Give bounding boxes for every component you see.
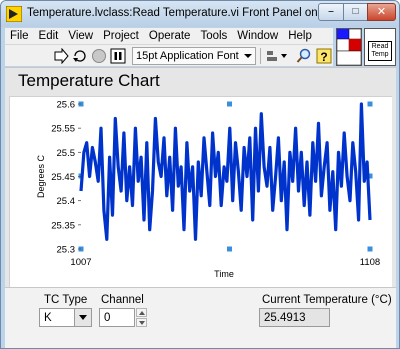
- zoom-button[interactable]: [295, 47, 313, 65]
- channel-value: 0: [104, 312, 111, 324]
- title-bar[interactable]: Temperature.lvclass:Read Temperature.vi …: [1, 1, 399, 27]
- connector-pane[interactable]: [336, 28, 362, 66]
- toolbar-divider: [260, 48, 261, 64]
- abort-button[interactable]: [90, 47, 108, 65]
- align-objects-button[interactable]: [264, 47, 290, 65]
- minimize-button[interactable]: –: [318, 3, 344, 21]
- align-icon: [267, 51, 287, 61]
- window-title: Temperature.lvclass:Read Temperature.vi …: [27, 7, 349, 19]
- vi-icon[interactable]: Read Temp: [364, 28, 396, 66]
- current-temperature-indicator: 25.4913: [259, 308, 330, 327]
- menu-window[interactable]: Window: [232, 30, 283, 42]
- channel-decrement[interactable]: [136, 318, 147, 327]
- menu-edit[interactable]: Edit: [34, 30, 64, 42]
- menu-project[interactable]: Project: [98, 30, 144, 42]
- toolbar: 15pt Application Font ?: [5, 44, 333, 66]
- chart-title: Temperature Chart: [18, 71, 160, 90]
- vi-icon-label: Read Temp: [368, 41, 392, 61]
- current-temperature-label: Current Temperature (°C): [262, 294, 392, 306]
- help-button[interactable]: ?: [315, 47, 333, 65]
- menu-operate[interactable]: Operate: [144, 30, 196, 42]
- pause-button[interactable]: [109, 47, 127, 65]
- tc-type-ring[interactable]: K: [39, 308, 92, 327]
- run-continuous-icon: [73, 50, 86, 62]
- connector-pane-icon: [336, 28, 362, 66]
- font-select-value: 15pt Application Font: [136, 50, 239, 62]
- current-temperature-value: 25.4913: [264, 312, 306, 324]
- zoom-icon: [296, 48, 311, 63]
- run-continuously-button[interactable]: [71, 47, 89, 65]
- close-icon: ✕: [376, 5, 387, 18]
- run-button[interactable]: [52, 47, 70, 65]
- arrow-down-icon: [138, 320, 145, 325]
- menu-bar: File Edit View Project Operate Tools Win…: [5, 28, 333, 44]
- labview-icon: [6, 6, 22, 22]
- maximize-button[interactable]: □: [343, 3, 368, 21]
- chevron-down-icon: [244, 54, 252, 58]
- channel-input[interactable]: 0: [99, 308, 135, 327]
- vi-icon-label-line2: Temp: [371, 51, 389, 59]
- tc-type-label: TC Type: [44, 294, 88, 306]
- channel-label: Channel: [101, 294, 144, 306]
- minimize-icon: –: [328, 6, 334, 17]
- svg-text:?: ?: [320, 50, 327, 64]
- abort-icon: [92, 49, 106, 63]
- chevron-down-icon: [79, 315, 87, 320]
- channel-increment[interactable]: [136, 308, 147, 317]
- close-button[interactable]: ✕: [367, 3, 396, 21]
- menu-tools[interactable]: Tools: [195, 30, 232, 42]
- tc-type-value: K: [44, 312, 52, 324]
- menu-file[interactable]: File: [5, 30, 34, 42]
- pause-icon: [110, 48, 126, 64]
- tc-type-dropdown[interactable]: [74, 309, 91, 326]
- maximize-icon: □: [352, 6, 359, 17]
- vi-icon-label-line1: Read: [371, 43, 389, 51]
- help-icon: ?: [316, 48, 332, 64]
- menu-help[interactable]: Help: [283, 30, 317, 42]
- run-arrow-icon: [54, 48, 69, 64]
- menu-view[interactable]: View: [63, 30, 98, 42]
- app-window: Temperature.lvclass:Read Temperature.vi …: [0, 0, 400, 349]
- font-select[interactable]: 15pt Application Font: [132, 47, 256, 65]
- arrow-up-icon: [138, 310, 145, 315]
- channel-numeric: 0: [99, 308, 147, 327]
